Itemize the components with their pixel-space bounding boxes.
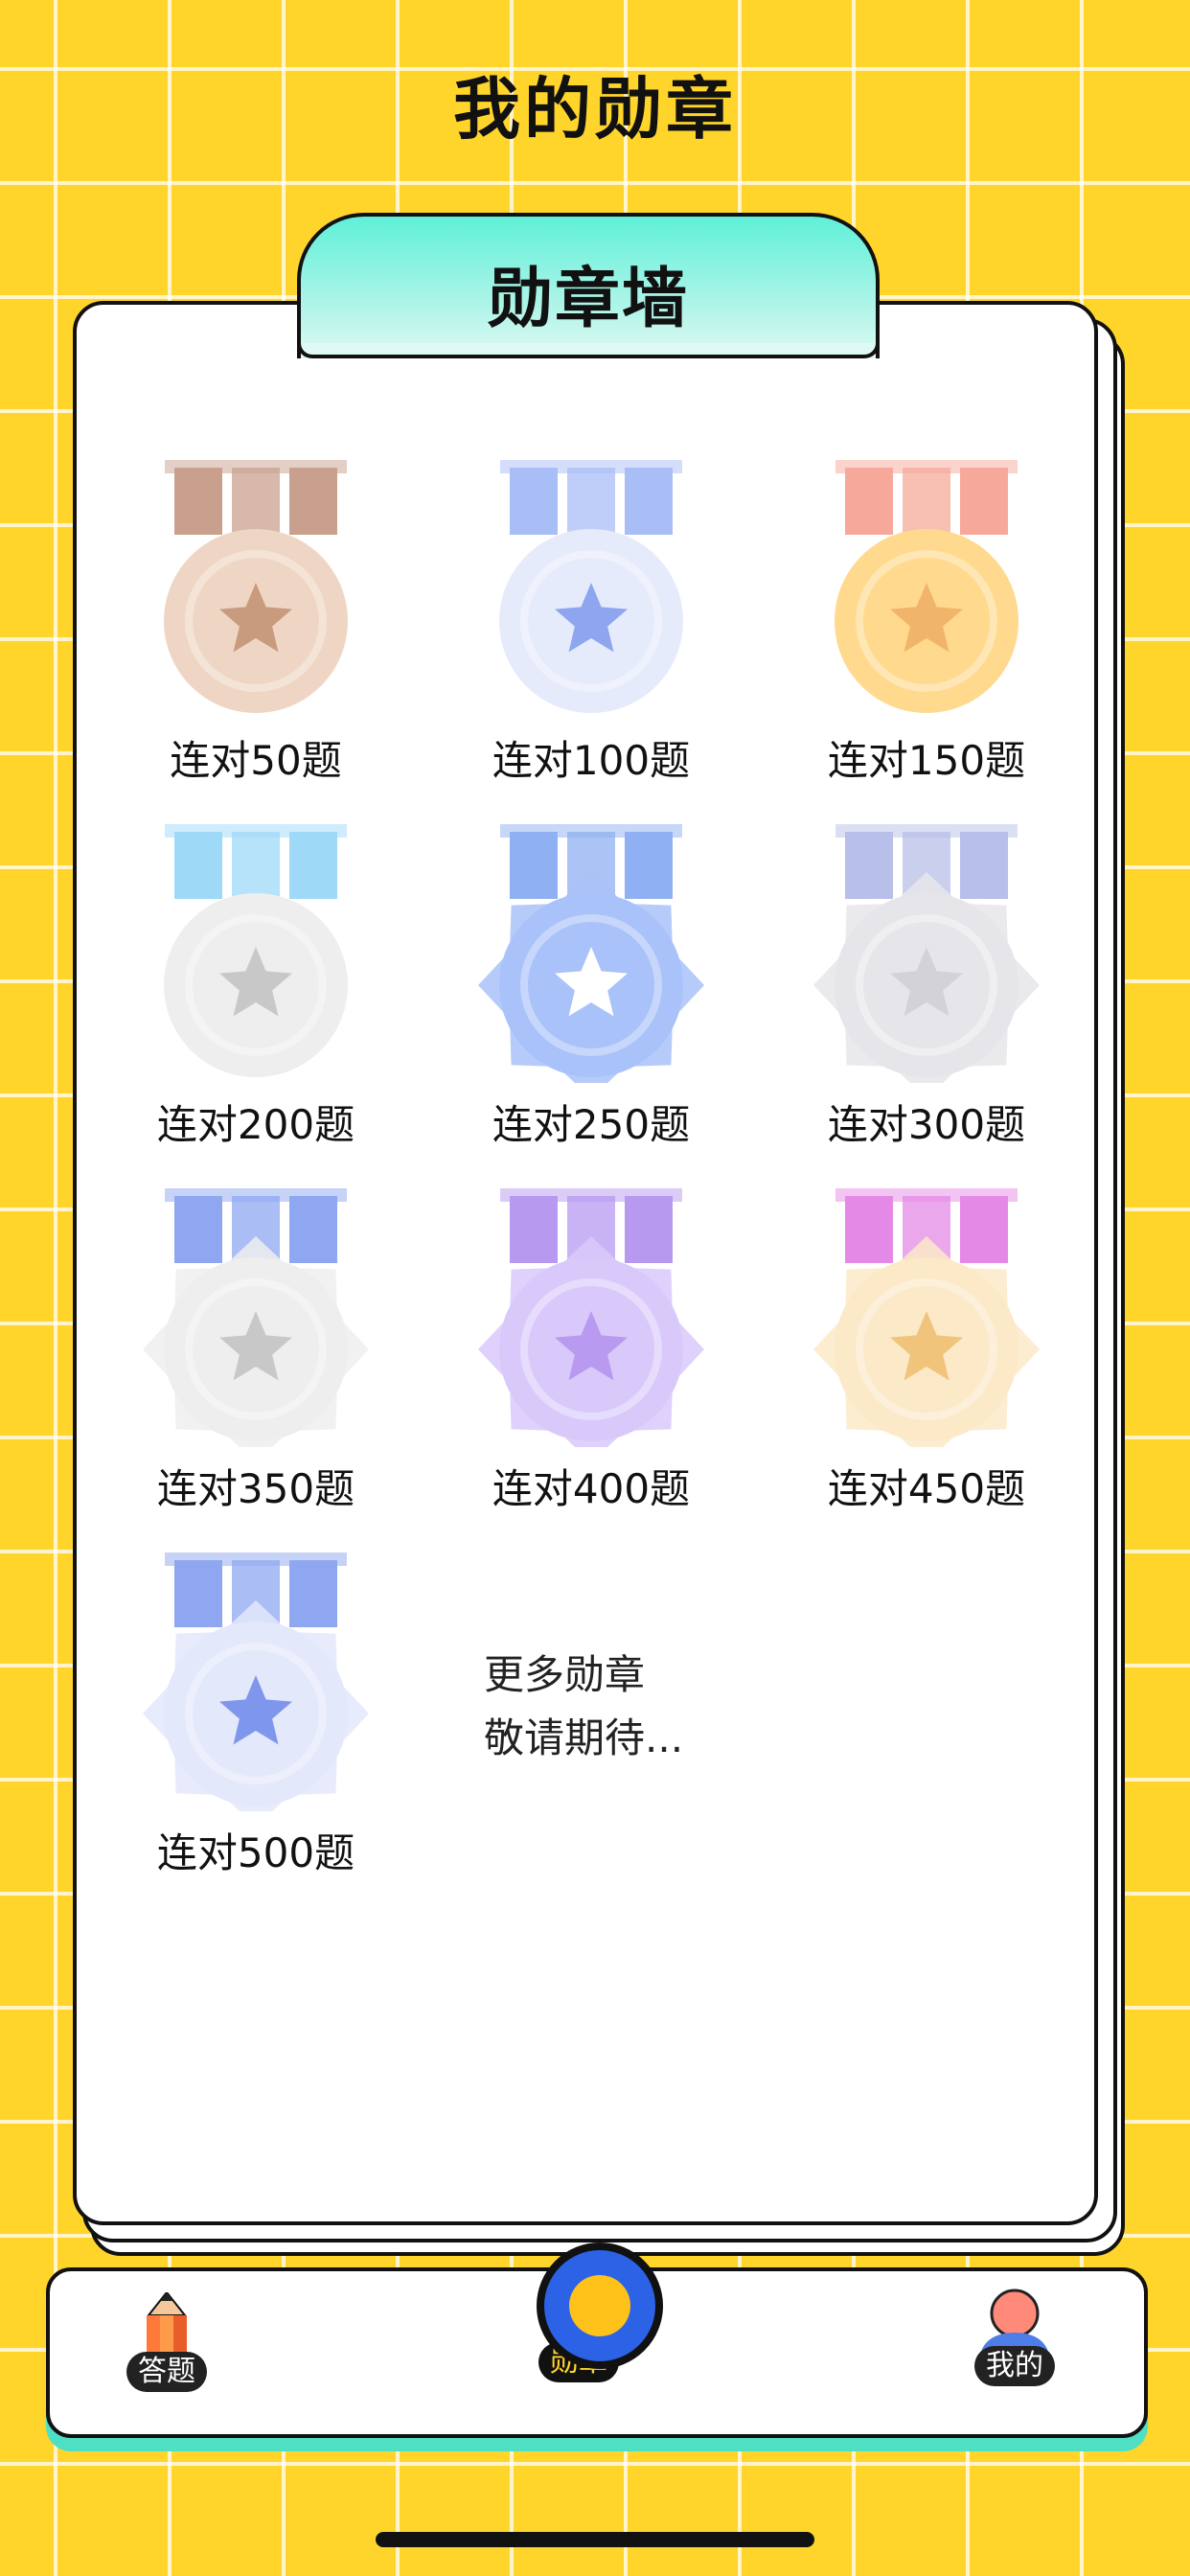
medal-label: 连对100题 [492,737,691,784]
medal-label: 连对200题 [156,1101,355,1148]
wall-title: 勋章墙 [487,262,689,337]
medal-icon [164,460,348,713]
medal-item[interactable]: 连对300题 [768,824,1085,1169]
medal-icon [164,824,348,1077]
medal-item[interactable]: 连对500题 [98,1552,414,1898]
tab-mine-label: 我的 [974,2346,1055,2386]
more-line-2: 敬请期待... [484,1714,684,1761]
tab-answer[interactable]: 答题 [126,2290,207,2392]
medal-icon[interactable] [537,2242,663,2369]
medal-icon [835,460,1018,713]
medal-icon [478,824,704,1083]
medal-item[interactable]: 连对50题 [98,460,414,805]
medal-label: 连对400题 [492,1465,691,1512]
tab-mine[interactable]: 我的 [972,2288,1058,2386]
medal-label: 连对350题 [156,1465,355,1512]
more-line-1: 更多勋章 [484,1651,646,1698]
medal-icon [143,1552,369,1811]
medal-label: 连对500题 [156,1829,355,1876]
tab-answer-label: 答题 [126,2352,207,2392]
medal-icon [499,460,683,713]
medal-item[interactable]: 连对150题 [768,460,1085,805]
medal-icon [813,1188,1040,1447]
medal-item[interactable]: 连对400题 [433,1188,749,1533]
medal-label: 连对150题 [827,737,1026,784]
medal-item[interactable]: 连对100题 [433,460,749,805]
medal-label: 连对250题 [492,1101,691,1148]
medal-label: 连对450题 [827,1465,1026,1512]
wall-tab-header-base [297,343,880,358]
medal-icon [143,1188,369,1447]
page-title: 我的勋章 [453,70,737,149]
medal-item[interactable]: 连对250题 [433,824,749,1169]
home-indicator [376,2532,814,2547]
more-medals-note: 更多勋章 敬请期待... [484,1644,683,1770]
medal-item[interactable]: 连对450题 [768,1188,1085,1533]
medal-label: 连对50题 [170,737,342,784]
medal-item[interactable]: 连对350题 [98,1188,414,1533]
medal-icon [813,824,1040,1083]
pencil-icon [146,2290,188,2356]
medal-label: 连对300题 [827,1101,1026,1148]
medal-icon [478,1188,704,1447]
medal-item[interactable]: 连对200题 [98,824,414,1169]
